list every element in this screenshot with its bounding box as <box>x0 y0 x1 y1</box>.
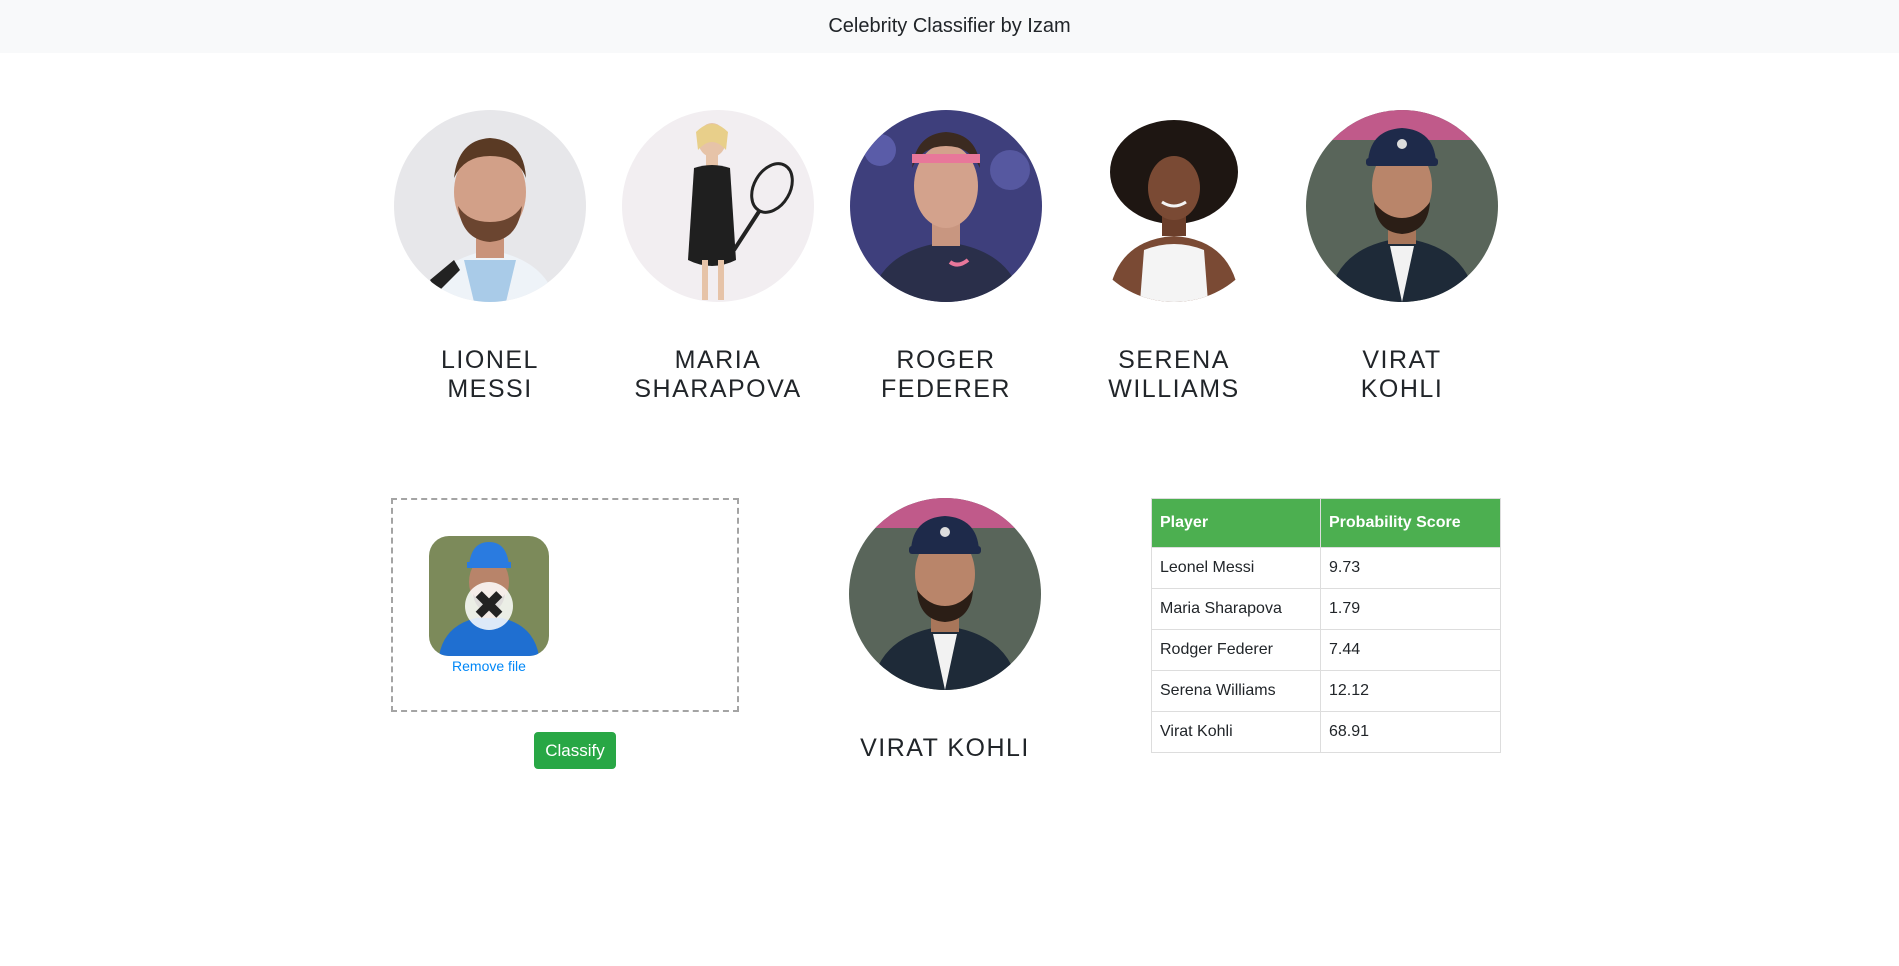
player-cell: Leonel Messi <box>1151 547 1321 589</box>
probability-table: Player Probability Score Leonel Messi 9.… <box>1151 498 1501 753</box>
result-card: VIRAT KOHLI <box>831 498 1059 763</box>
navbar: Celebrity Classifier by Izam <box>0 0 1899 53</box>
player-cell: Virat Kohli <box>1151 711 1321 753</box>
table-row: Rodger Federer 7.44 <box>1151 629 1501 671</box>
serena-williams-photo <box>1078 110 1270 302</box>
player-cell: Serena Williams <box>1151 670 1321 712</box>
table-row: Virat Kohli 68.91 <box>1151 711 1501 753</box>
column-header-player: Player <box>1151 498 1321 548</box>
celebrity-card-maria-sharapova: MARIA SHARAPOVA <box>604 110 832 404</box>
table-row: Leonel Messi 9.73 <box>1151 547 1501 589</box>
result-photo <box>849 498 1041 690</box>
celebrity-card-virat-kohli: VIRAT KOHLI <box>1288 110 1516 404</box>
upload-dropzone[interactable]: ✖ Remove file <box>391 498 739 712</box>
lionel-messi-photo <box>394 110 586 302</box>
classify-button[interactable]: Classify <box>534 732 616 769</box>
celebrity-card-roger-federer: ROGER FEDERER <box>832 110 1060 404</box>
maria-sharapova-photo <box>622 110 814 302</box>
score-cell: 68.91 <box>1320 711 1501 753</box>
app-title: Celebrity Classifier by Izam <box>828 15 1071 37</box>
score-cell: 1.79 <box>1320 588 1501 630</box>
player-cell: Maria Sharapova <box>1151 588 1321 630</box>
uploaded-image-preview: ✖ <box>429 536 549 656</box>
table-row: Maria Sharapova 1.79 <box>1151 588 1501 630</box>
column-header-probability: Probability Score <box>1320 498 1501 548</box>
close-icon[interactable]: ✖ <box>465 582 513 630</box>
celebrity-name: MARIA SHARAPOVA <box>634 346 802 403</box>
celebrity-name: ROGER FEDERER <box>881 346 1011 403</box>
score-cell: 7.44 <box>1320 629 1501 671</box>
table-header-row: Player Probability Score <box>1151 498 1501 548</box>
virat-kohli-photo <box>1306 110 1498 302</box>
celebrity-card-lionel-messi: LIONEL MESSI <box>376 110 604 404</box>
roger-federer-photo <box>850 110 1042 302</box>
table-row: Serena Williams 12.12 <box>1151 670 1501 712</box>
remove-file-link[interactable]: Remove file <box>429 658 549 674</box>
player-cell: Rodger Federer <box>1151 629 1321 671</box>
celebrity-name: LIONEL MESSI <box>441 346 539 403</box>
score-cell: 9.73 <box>1320 547 1501 589</box>
celebrity-card-serena-williams: SERENA WILLIAMS <box>1060 110 1288 404</box>
celebrity-name: VIRAT KOHLI <box>1360 346 1444 403</box>
score-cell: 12.12 <box>1320 670 1501 712</box>
result-name: VIRAT KOHLI <box>860 734 1030 762</box>
celebrity-name: SERENA WILLIAMS <box>1108 346 1240 403</box>
